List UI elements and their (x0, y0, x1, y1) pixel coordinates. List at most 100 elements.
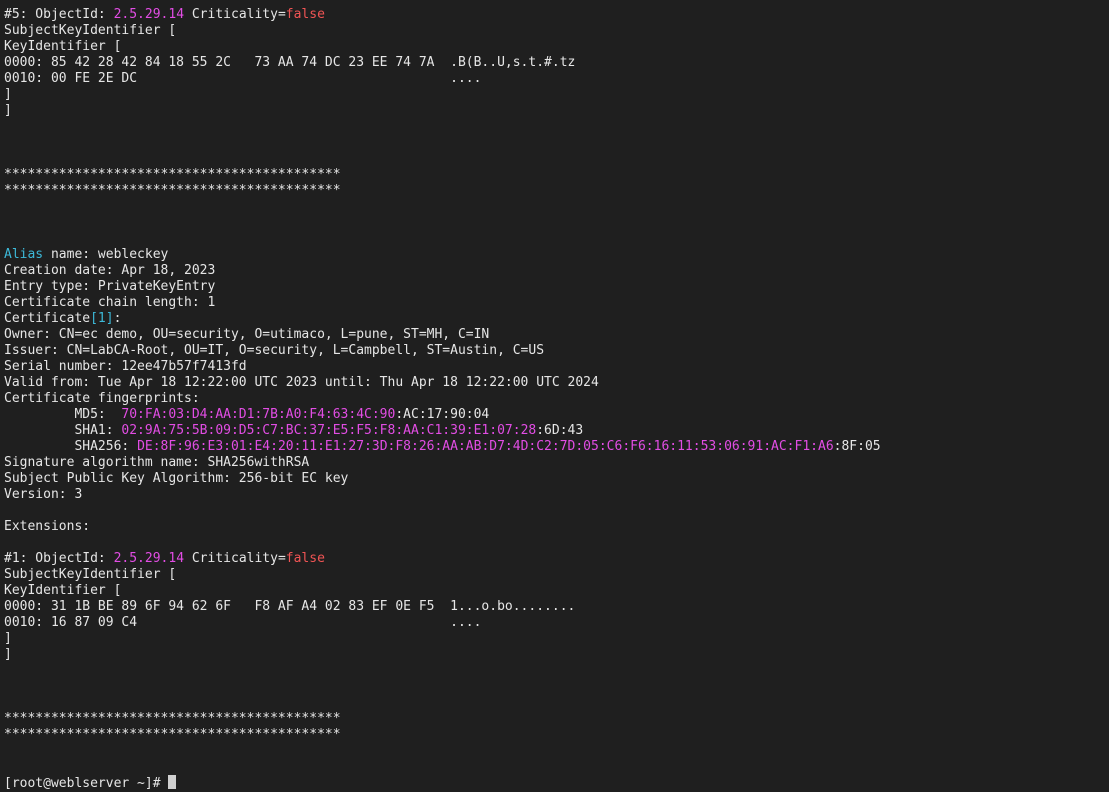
terminal-text-segment: Criticality= (184, 551, 286, 566)
terminal-text-segment: 0000: 31 1B BE 89 6F 94 62 6F F8 AF A4 0… (4, 599, 576, 614)
command-prompt-line[interactable]: [root@weblserver ~]# (4, 775, 1109, 791)
terminal-text-segment: Extensions: (4, 519, 91, 534)
terminal-text-segment: 0010: 16 87 09 C4 .... (4, 615, 482, 630)
terminal-text-segment: KeyIdentifier [ (4, 583, 122, 598)
terminal-text-segment: KeyIdentifier [ (4, 39, 122, 54)
terminal-text-segment: ] (4, 103, 12, 118)
terminal-text-segment: false (285, 551, 325, 566)
terminal-text-segment: ****************************************… (4, 711, 341, 726)
terminal-text-segment: false (285, 7, 325, 22)
terminal-text-segment: ****************************************… (4, 183, 341, 198)
terminal-text-segment: Certificate fingerprints: (4, 391, 200, 406)
terminal-line: Issuer: CN=LabCA-Root, OU=IT, O=security… (4, 343, 1109, 359)
text-cursor (168, 775, 177, 789)
terminal-line: ] (4, 631, 1109, 647)
terminal-line: ****************************************… (4, 183, 1109, 199)
terminal-line: Certificate[1]: (4, 311, 1109, 327)
terminal-text-segment: 2.5.29.14 (113, 551, 185, 566)
terminal-text-segment: 0010: 00 FE 2E DC .... (4, 71, 482, 86)
terminal-text-segment: Owner: CN=ec demo, OU=security, O=utimac… (4, 327, 490, 342)
terminal-line: Certificate chain length: 1 (4, 295, 1109, 311)
terminal-text-segment: ****************************************… (4, 727, 341, 742)
terminal-text-segment: ****************************************… (4, 167, 341, 182)
terminal-text-segment: Version: 3 (4, 487, 83, 502)
terminal-text-segment: 70:FA:03:D4:AA:D1:7B:A0:F4:63:4C:90 (121, 407, 396, 422)
terminal-line: Serial number: 12ee47b57f7413fd (4, 359, 1109, 375)
terminal-line: SHA1: 02:9A:75:5B:09:D5:C7:BC:37:E5:F5:F… (4, 423, 1109, 439)
terminal-window[interactable]: #5: ObjectId: 2.5.29.14 Criticality=fals… (0, 0, 1109, 791)
terminal-text-segment: Serial number: 12ee47b57f7413fd (4, 359, 247, 374)
terminal-text-segment: Entry type: PrivateKeyEntry (4, 279, 216, 294)
terminal-text-segment: :8F:05 (833, 439, 881, 454)
terminal-line: MD5: 70:FA:03:D4:AA:D1:7B:A0:F4:63:4C:90… (4, 407, 1109, 423)
terminal-line: ****************************************… (4, 727, 1109, 743)
terminal-text-segment: Certificate chain length: 1 (4, 295, 216, 310)
terminal-text-segment: 2.5.29.14 (113, 7, 185, 22)
terminal-output: #5: ObjectId: 2.5.29.14 Criticality=fals… (4, 7, 1109, 775)
shell-prompt: [root@weblserver ~]# (4, 776, 169, 791)
terminal-text-segment: SHA256: (4, 439, 138, 454)
terminal-text-segment: ] (4, 647, 12, 662)
terminal-line: 0000: 85 42 28 42 84 18 55 2C 73 AA 74 D… (4, 55, 1109, 71)
terminal-line: SubjectKeyIdentifier [ (4, 23, 1109, 39)
terminal-text-segment: MD5: (4, 407, 122, 422)
terminal-text-segment: :26:AA:AB:D7:4D:C2:7D:05:C6:F6:16:11:53:… (411, 439, 834, 454)
terminal-text-segment: 0000: 85 42 28 42 84 18 55 2C 73 AA 74 D… (4, 55, 576, 70)
terminal-text-segment: Certificate (4, 311, 91, 326)
terminal-line: Creation date: Apr 18, 2023 (4, 263, 1109, 279)
terminal-line: #1: ObjectId: 2.5.29.14 Criticality=fals… (4, 551, 1109, 567)
terminal-line: SHA256: DE:8F:96:E3:01:E4:20:11:E1:27:3D… (4, 439, 1109, 455)
terminal-line: 0000: 31 1B BE 89 6F 94 62 6F F8 AF A4 0… (4, 599, 1109, 615)
terminal-line: KeyIdentifier [ (4, 39, 1109, 55)
terminal-text-segment: Subject Public Key Algorithm: 256-bit EC… (4, 471, 349, 486)
terminal-text-segment: :6D:43 (536, 423, 584, 438)
terminal-line: 0010: 00 FE 2E DC .... (4, 71, 1109, 87)
terminal-line: Alias name: webleckey (4, 247, 1109, 263)
terminal-text-segment: SubjectKeyIdentifier [ (4, 567, 177, 582)
terminal-line: ] (4, 103, 1109, 119)
terminal-line: ] (4, 87, 1109, 103)
terminal-line: #5: ObjectId: 2.5.29.14 Criticality=fals… (4, 7, 1109, 23)
terminal-text-segment: Alias (4, 247, 44, 262)
terminal-text-segment: ] (4, 631, 12, 646)
terminal-text-segment: DE:8F:96:E3:01:E4:20:11:E1:27:3D:F8 (137, 439, 411, 454)
terminal-line: Subject Public Key Algorithm: 256-bit EC… (4, 471, 1109, 487)
terminal-line: Version: 3 (4, 487, 1109, 503)
terminal-line: Certificate fingerprints: (4, 391, 1109, 407)
terminal-text-segment: : (113, 311, 122, 326)
terminal-text-segment: :AC:17:90:04 (395, 407, 490, 422)
terminal-text-segment: Valid from: Tue Apr 18 12:22:00 UTC 2023… (4, 375, 599, 390)
terminal-line: Extensions: (4, 519, 1109, 535)
terminal-text-segment: SubjectKeyIdentifier [ (4, 23, 177, 38)
terminal-text-segment: Creation date: Apr 18, 2023 (4, 263, 216, 278)
terminal-line: Entry type: PrivateKeyEntry (4, 279, 1109, 295)
terminal-line: KeyIdentifier [ (4, 583, 1109, 599)
terminal-line: ] (4, 647, 1109, 663)
terminal-text-segment: #5: ObjectId: (4, 7, 114, 22)
terminal-line: SubjectKeyIdentifier [ (4, 567, 1109, 583)
terminal-text-segment: #1: ObjectId: (4, 551, 114, 566)
terminal-text-segment: Signature algorithm name: SHA256withRSA (4, 455, 310, 470)
terminal-text-segment: [1] (90, 311, 114, 326)
terminal-line: 0010: 16 87 09 C4 .... (4, 615, 1109, 631)
terminal-text-segment: 02:9A:75:5B:09:D5:C7:BC:37:E5:F5:F8:AA:C… (121, 423, 537, 438)
terminal-line: Signature algorithm name: SHA256withRSA (4, 455, 1109, 471)
terminal-text-segment: Criticality= (184, 7, 286, 22)
terminal-text-segment: ] (4, 87, 12, 102)
terminal-text-segment: Issuer: CN=LabCA-Root, OU=IT, O=security… (4, 343, 545, 358)
terminal-text-segment: name: webleckey (43, 247, 169, 262)
terminal-line: Owner: CN=ec demo, OU=security, O=utimac… (4, 327, 1109, 343)
terminal-line: Valid from: Tue Apr 18 12:22:00 UTC 2023… (4, 375, 1109, 391)
terminal-line: ****************************************… (4, 167, 1109, 183)
